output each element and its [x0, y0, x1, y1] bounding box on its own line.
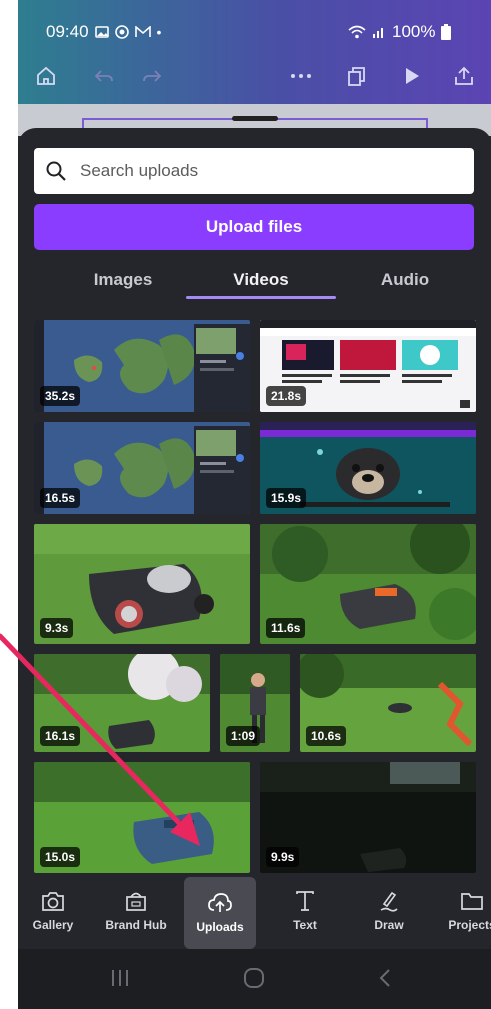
nav-projects[interactable]: Projects [436, 873, 491, 949]
status-left: 09:40 • [46, 22, 161, 42]
video-duration: 35.2s [40, 386, 81, 406]
nav-uploads[interactable]: Uploads [184, 877, 256, 949]
video-thumbnail[interactable]: 15.0s [34, 762, 250, 873]
gmail-notification-icon [134, 26, 151, 37]
tab-videos[interactable]: Videos [204, 262, 318, 298]
gallery-notification-icon [94, 26, 109, 38]
search-uploads-field[interactable] [34, 148, 474, 194]
system-navigation-bar [18, 949, 491, 1009]
video-duration: 21.8s [266, 386, 307, 406]
share-icon[interactable] [450, 62, 478, 90]
tab-videos-label: Videos [233, 270, 289, 289]
pages-icon[interactable] [342, 62, 370, 90]
phone-screen: 09:40 • 100% Search uploads Upload files… [18, 0, 491, 1009]
undo-icon[interactable] [90, 62, 118, 90]
video-thumbnail[interactable]: 35.2s [34, 320, 250, 412]
upload-files-button[interactable]: Upload files [34, 204, 474, 250]
upload-files-label: Upload files [205, 217, 303, 236]
home-icon[interactable] [32, 62, 60, 90]
tab-images-label: Images [93, 270, 153, 289]
video-thumbnail[interactable]: 9.3s [34, 524, 250, 644]
nav-uploads-label: Uploads [196, 920, 244, 934]
video-duration: 15.9s [266, 488, 307, 508]
status-time: 09:40 [46, 22, 89, 41]
battery-icon [441, 24, 452, 40]
nav-draw[interactable]: Draw [354, 873, 424, 949]
status-bar: 09:40 • 100% [18, 0, 491, 104]
nav-text[interactable]: Text [270, 873, 340, 949]
video-thumbnail[interactable]: 16.5s [34, 422, 250, 514]
nav-draw-label: Draw [374, 918, 404, 932]
search-icon [46, 161, 66, 181]
video-duration: 16.1s [40, 726, 81, 746]
cloud-upload-icon [208, 893, 232, 912]
search-input[interactable] [78, 160, 462, 182]
nav-gallery-label: Gallery [32, 918, 74, 932]
more-options-icon[interactable] [286, 62, 316, 90]
home-button-icon[interactable] [242, 967, 266, 989]
recent-apps-icon[interactable] [110, 967, 130, 989]
nav-brand-hub-label: Brand Hub [105, 918, 167, 932]
brand-hub-icon [126, 892, 146, 911]
nav-projects-label: Projects [448, 918, 491, 932]
video-thumbnail[interactable]: 16.1s [34, 654, 210, 752]
video-thumbnail[interactable]: 9.9s [260, 762, 476, 873]
nav-brand-hub[interactable]: Brand Hub [96, 873, 176, 949]
video-thumbnail[interactable]: 21.8s [260, 320, 476, 412]
active-tab-indicator [186, 296, 336, 299]
sheet-drag-handle[interactable] [232, 116, 278, 121]
editor-toolbar [18, 62, 491, 94]
wifi-icon [348, 25, 366, 39]
bottom-navigation: Gallery Brand Hub Uploads Text Draw Proj… [18, 873, 491, 949]
signal-icon [373, 28, 383, 38]
tab-audio[interactable]: Audio [348, 262, 462, 298]
video-thumbnail[interactable]: 1:09 [220, 654, 290, 752]
video-duration: 9.9s [266, 847, 300, 867]
nav-text-label: Text [293, 918, 317, 932]
status-right: 100% [348, 22, 452, 42]
draw-icon [380, 891, 398, 912]
tab-audio-label: Audio [380, 270, 430, 289]
video-duration: 11.6s [266, 618, 306, 638]
redo-icon[interactable] [138, 62, 166, 90]
play-icon[interactable] [398, 62, 426, 90]
more-notifications-dot: • [156, 24, 162, 40]
video-duration: 9.3s [40, 618, 74, 638]
back-icon[interactable] [378, 967, 392, 989]
video-thumbnail[interactable]: 10.6s [300, 654, 476, 752]
video-duration: 15.0s [40, 847, 81, 867]
video-duration: 10.6s [306, 726, 347, 746]
video-duration: 16.5s [40, 488, 81, 508]
video-thumbnail[interactable]: 11.6s [260, 524, 476, 644]
nav-gallery[interactable]: Gallery [18, 873, 88, 949]
record-notification-icon [114, 25, 129, 39]
videos-grid: 35.2s 21.8s 16.5s 15.9s 9.3s 11.6s 16.1s… [18, 318, 491, 873]
battery-level: 100% [392, 22, 436, 41]
video-duration: 1:09 [226, 726, 261, 746]
text-icon [296, 891, 314, 911]
tab-images[interactable]: Images [68, 262, 178, 298]
video-thumbnail[interactable]: 15.9s [260, 422, 476, 514]
camera-icon [42, 892, 64, 911]
folder-icon [461, 893, 483, 910]
